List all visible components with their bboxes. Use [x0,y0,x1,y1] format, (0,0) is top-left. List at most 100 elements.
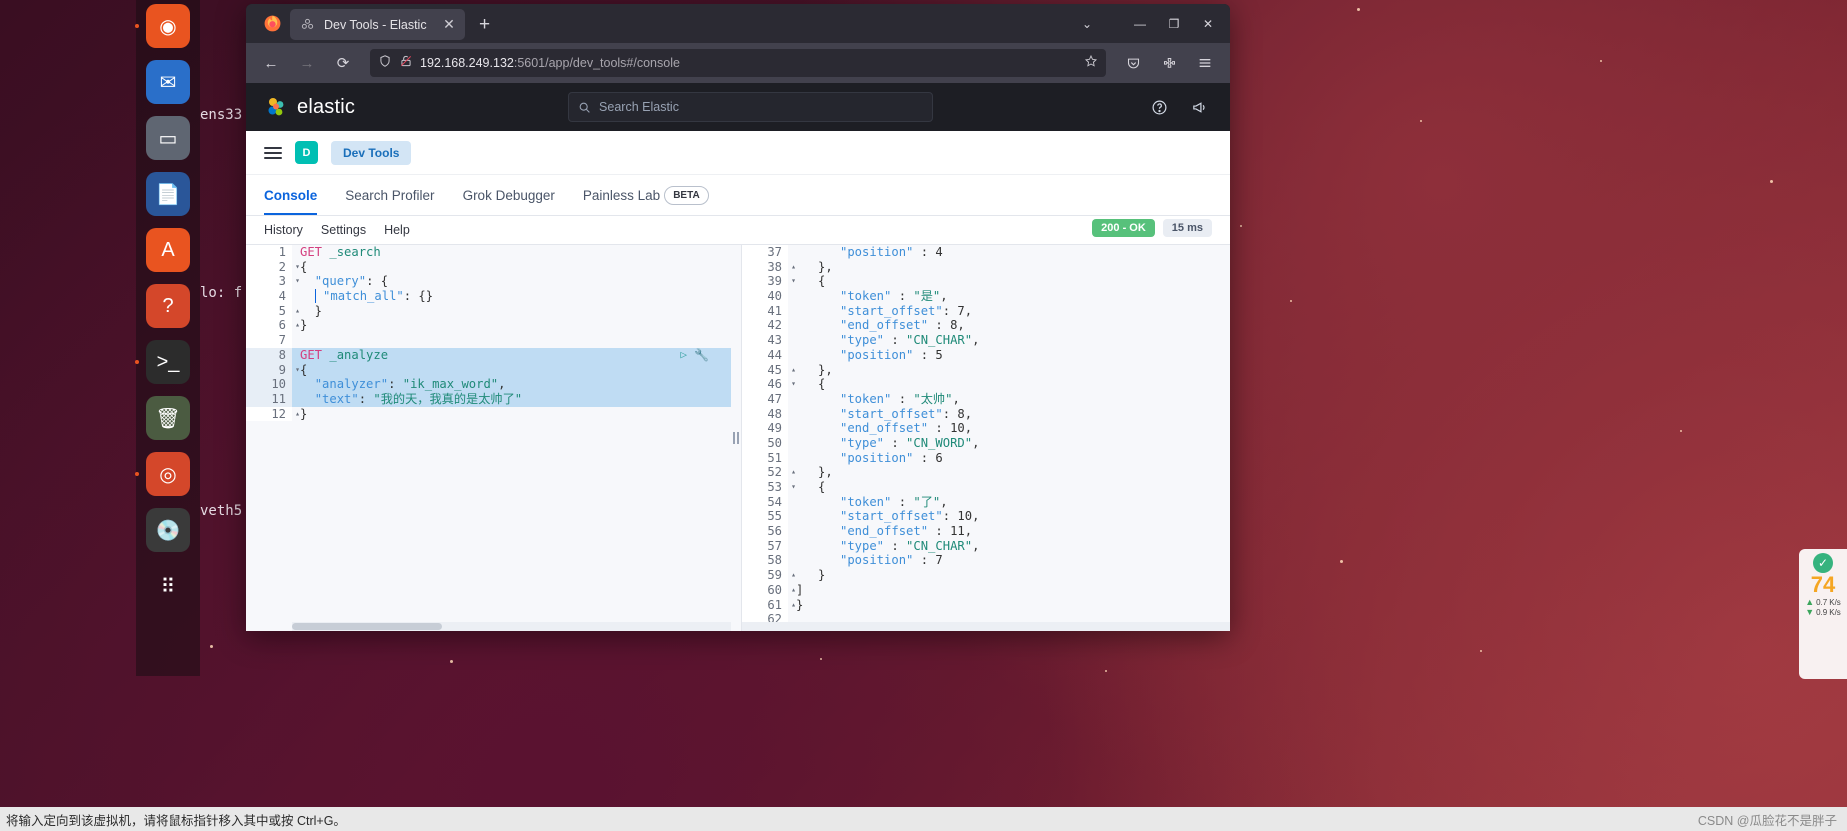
code-line[interactable]: 3 ▾ "query": { [246,274,731,290]
code-line[interactable]: 44 "position" : 5 [742,347,1230,363]
code-line[interactable]: 58 "position" : 7 [742,553,1230,569]
maximize-button[interactable]: ❐ [1160,11,1188,37]
fold-toggle-icon[interactable]: ▾ [791,274,796,289]
fold-toggle-icon[interactable]: ▴ [791,583,796,598]
new-tab-button[interactable]: + [479,14,490,36]
terminal-icon[interactable]: >_ [135,340,190,384]
reload-button[interactable]: ⟳ [328,49,358,77]
fold-toggle-icon[interactable]: ▴ [791,465,796,480]
ubuntu-logo-icon[interactable]: ◉ [135,4,190,48]
code-line[interactable]: 59 ▴} [742,568,1230,583]
close-window-button[interactable]: ✕ [1194,11,1222,37]
code-line[interactable]: 4 "match_all": {} [246,289,731,304]
menu-item-settings[interactable]: Settings [321,223,366,237]
shield-icon[interactable] [378,54,392,73]
code-line[interactable]: 38 ▴}, [742,259,1230,275]
code-line[interactable]: 8 GET _analyze ▷ 🔧 [246,347,731,363]
pane-splitter[interactable] [731,245,741,631]
ubuntu-software-icon[interactable]: A [146,228,190,272]
fold-toggle-icon[interactable]: ▴ [295,304,300,319]
trash-icon[interactable]: 🗑 [146,396,190,440]
code-line[interactable]: 55 "start_offset": 10, [742,509,1230,525]
code-line[interactable]: 11 "text": "我的天，我真的是太帅了" [246,391,731,407]
code-line[interactable]: 39 ▾ { [742,274,1230,290]
code-line[interactable]: 46 ▾ { [742,377,1230,392]
code-line[interactable]: 54 "token" : "了", [742,494,1230,510]
code-line[interactable]: 52 ▴}, [742,465,1230,481]
code-line[interactable]: 51 "position" : 6 [742,450,1230,466]
files-icon[interactable]: ▭ [146,116,190,160]
code-line[interactable]: 40 "token" : "是", [742,289,1230,304]
fold-toggle-icon[interactable]: ▾ [791,480,796,495]
console-editor[interactable]: 1 GET _search 2 ▾{3 ▾ "query": {4 "match_all… [246,245,731,631]
list-all-tabs-icon[interactable]: ⌄ [1074,11,1100,37]
url-text[interactable]: 192.168.249.132:5601/app/dev_tools#/cons… [420,56,1077,70]
output-horizontal-scrollbar[interactable] [742,622,1230,631]
code-line[interactable]: 49 "end_offset" : 10, [742,421,1230,436]
address-bar[interactable]: 192.168.249.132:5601/app/dev_tools#/cons… [370,49,1106,77]
nav-menu-icon[interactable] [264,146,282,159]
back-button[interactable]: ← [256,49,286,77]
code-line[interactable]: 48 "start_offset": 8, [742,406,1230,422]
fold-toggle-icon[interactable]: ▴ [791,598,796,613]
code-line[interactable]: 60 ▴] [742,582,1230,598]
code-line[interactable]: 7 [246,333,731,348]
code-line[interactable]: 45 ▴}, [742,362,1230,378]
fold-toggle-icon[interactable]: ▾ [295,274,300,289]
close-tab-icon[interactable]: ✕ [441,16,457,33]
code-line[interactable]: 57 "type" : "CN_CHAR", [742,538,1230,554]
ubuntu-dock[interactable]: ◉ ✉ ▭ 📄 A? >_ 🗑 ◎ 💿 ⠿ [135,0,200,676]
menu-item-history[interactable]: History [264,223,303,237]
editor-horizontal-scrollbar[interactable] [292,622,731,631]
code-line[interactable]: 12 ▴} [246,406,731,422]
browser-tab[interactable]: Dev Tools - Elastic ✕ [290,9,465,40]
hamburger-menu-icon[interactable] [1190,49,1220,77]
help-circle-icon[interactable] [1146,94,1172,120]
fold-toggle-icon[interactable]: ▴ [295,407,300,422]
wrench-icon[interactable]: 🔧 [694,348,709,363]
thunderbird-icon[interactable]: ✉ [146,60,190,104]
tab-console[interactable]: Console [264,175,331,215]
vmware-icon[interactable]: ◎ [135,452,190,496]
disk-icon[interactable]: 💿 [146,508,190,552]
code-line[interactable]: 61 ▴} [742,597,1230,613]
fold-toggle-icon[interactable]: ▾ [295,363,300,378]
code-line[interactable]: 43 "type" : "CN_CHAR", [742,333,1230,348]
space-avatar[interactable]: D [295,141,318,164]
show-applications-icon[interactable]: ⠿ [146,564,190,608]
code-line[interactable]: 5 ▴ } [246,303,731,319]
fold-toggle-icon[interactable]: ▴ [791,260,796,275]
tab-grok-debugger[interactable]: Grok Debugger [449,175,569,215]
code-line[interactable]: 47 "token" : "太帅", [742,391,1230,407]
netspeed-widget[interactable]: ✓ 74 ▲ 0.7 K/s ▼ 0.9 K/s [1799,549,1847,679]
global-search-input[interactable]: Search Elastic [568,92,934,122]
pocket-icon[interactable] [1118,49,1148,77]
megaphone-icon[interactable] [1186,94,1212,120]
code-line[interactable]: 9 ▾{ [246,362,731,378]
scrollbar-thumb[interactable] [292,623,442,630]
code-line[interactable]: 6 ▴} [246,318,731,334]
help-icon[interactable]: ? [146,284,190,328]
fold-toggle-icon[interactable]: ▾ [791,377,796,392]
tab-search-profiler[interactable]: Search Profiler [331,175,448,215]
extensions-icon[interactable] [1154,49,1184,77]
code-line[interactable]: 56 "end_offset" : 11, [742,524,1230,539]
fold-toggle-icon[interactable]: ▴ [295,318,300,333]
code-line[interactable]: 10 "analyzer": "ik_max_word", [246,377,731,392]
code-line[interactable]: 42 "end_offset" : 8, [742,318,1230,334]
fold-toggle-icon[interactable]: ▾ [295,260,300,275]
code-line[interactable]: 53 ▾ { [742,480,1230,495]
code-line[interactable]: 50 "type" : "CN_WORD", [742,435,1230,451]
elastic-logo[interactable]: elastic [264,95,355,119]
send-request-icon[interactable]: ▷ [680,348,687,363]
lock-broken-icon[interactable] [399,54,413,73]
fold-toggle-icon[interactable]: ▴ [791,363,796,378]
breadcrumb-dev-tools[interactable]: Dev Tools [331,140,412,165]
libreoffice-writer-icon[interactable]: 📄 [146,172,190,216]
fold-toggle-icon[interactable]: ▴ [791,568,796,583]
console-output[interactable]: 37 "position" : 4 38 ▴}, 39 ▾{40 "token" : "是"… [741,245,1230,631]
star-icon[interactable] [1084,54,1098,73]
menu-item-help[interactable]: Help [384,223,410,237]
code-line[interactable]: 2 ▾{ [246,259,731,275]
code-line[interactable]: 37 "position" : 4 [742,245,1230,260]
